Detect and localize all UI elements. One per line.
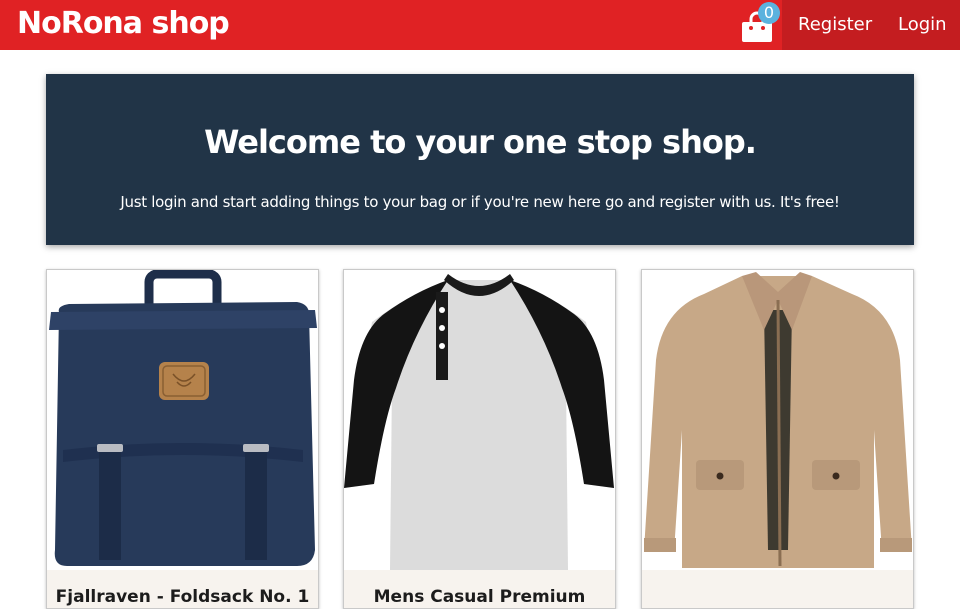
- product-title[interactable]: Mens Casual Premium: [344, 586, 615, 608]
- welcome-subtext: Just login and start adding things to yo…: [120, 193, 840, 211]
- cart-count-badge: 0: [758, 2, 780, 24]
- welcome-heading: Welcome to your one stop shop.: [204, 123, 757, 161]
- welcome-banner: Welcome to your one stop shop. Just logi…: [46, 74, 914, 245]
- login-link[interactable]: Login: [898, 14, 947, 36]
- product-card-backpack[interactable]: Fjallraven - Foldsack No. 1: [46, 269, 319, 609]
- shopping-bag-button[interactable]: 0: [740, 2, 780, 44]
- backpack-image: [49, 270, 317, 566]
- brand-logo[interactable]: NoRona shop: [17, 6, 230, 42]
- tshirt-image: [344, 274, 614, 570]
- product-image-jacket[interactable]: [642, 270, 913, 570]
- product-card-tshirt[interactable]: Mens Casual Premium: [343, 269, 616, 609]
- register-link[interactable]: Register: [798, 14, 872, 36]
- jacket-image: [644, 272, 912, 568]
- product-card-footer: [642, 570, 913, 608]
- product-title[interactable]: Fjallraven - Foldsack No. 1: [47, 586, 318, 608]
- product-image-tshirt[interactable]: [344, 270, 615, 570]
- product-card-jacket[interactable]: [641, 269, 914, 609]
- product-image-backpack[interactable]: [47, 270, 318, 570]
